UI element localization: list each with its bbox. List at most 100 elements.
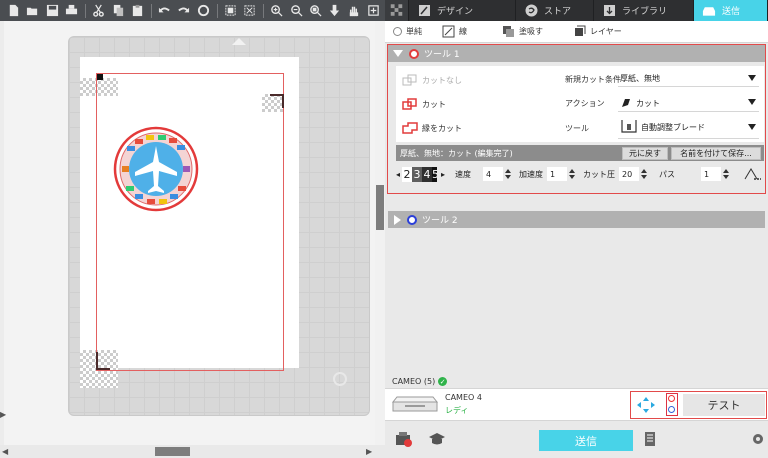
connected-check-icon: ✓	[438, 377, 448, 386]
mode-simple[interactable]: 単純	[385, 26, 422, 37]
tool2-ring-icon	[407, 214, 417, 225]
tab-store[interactable]: ストア	[516, 0, 594, 21]
dropdown-arrow-icon[interactable]	[748, 75, 756, 81]
horizontal-scroll-thumb[interactable]	[155, 447, 190, 456]
cutting-machine-icon	[391, 396, 439, 412]
design-icon	[417, 4, 431, 17]
device-header: CAMEO (5) ✓	[392, 377, 448, 386]
cut-icon[interactable]	[91, 3, 106, 19]
acceleration-value[interactable]: 1	[547, 167, 568, 181]
tab-send-label: 送信	[722, 7, 741, 17]
zoom-box-icon[interactable]	[308, 3, 323, 19]
vertical-scrollbar[interactable]	[375, 21, 385, 445]
redo-icon[interactable]	[176, 3, 191, 19]
cut-mode-bar: 単純 線 塗吸す レイヤー	[385, 21, 768, 43]
panel-collapse-icon[interactable]: ▶	[0, 410, 6, 419]
depth-left-arrow-icon[interactable]: ◂	[396, 170, 400, 179]
queue-list-icon[interactable]	[641, 431, 659, 447]
add-page-icon[interactable]	[366, 3, 381, 19]
action-cut-edge[interactable]: 縁をカット	[402, 122, 462, 134]
open-folder-icon[interactable]	[25, 3, 40, 19]
tab-design[interactable]: デザイン	[409, 0, 516, 21]
horizontal-scrollbar[interactable]	[0, 445, 385, 458]
zoom-in-icon[interactable]	[269, 3, 284, 19]
toolbar-divider	[263, 3, 265, 18]
depth-right-arrow-icon[interactable]: ▸	[441, 170, 445, 179]
print-icon[interactable]	[64, 3, 79, 19]
tool1-title: ツール 1	[424, 50, 460, 60]
copy-icon[interactable]	[110, 3, 125, 19]
action-no-cut-label: カットなし	[422, 75, 462, 85]
zoom-out-icon[interactable]	[288, 3, 303, 19]
test-button[interactable]: テスト	[683, 394, 765, 416]
tool-select[interactable]: 自動調整ブレード	[620, 118, 705, 136]
main-toolbar	[0, 0, 385, 21]
vertical-scroll-thumb[interactable]	[376, 185, 384, 230]
move-arrows-icon[interactable]	[636, 396, 656, 414]
condition-status-bar: 厚紙、無地：カット (編集完了) 元に戻す 名前を付けて保存...	[396, 145, 764, 161]
save-icon[interactable]	[45, 3, 60, 19]
tool2-title: ツール 2	[422, 216, 458, 226]
pressure-stepper[interactable]	[641, 168, 648, 180]
select-icon[interactable]	[223, 3, 238, 19]
revert-button[interactable]: 元に戻す	[622, 146, 668, 160]
scroll-right-icon[interactable]: ▶	[366, 447, 372, 456]
deselect-icon[interactable]	[242, 3, 257, 19]
mode-line[interactable]: 線	[442, 25, 467, 38]
move-down-icon[interactable]	[327, 3, 342, 19]
mode-line-label: 線	[459, 27, 467, 36]
scroll-left-icon[interactable]: ◀	[2, 447, 8, 456]
action-select[interactable]: カット	[620, 97, 660, 109]
send-history-icon[interactable]	[395, 431, 413, 447]
tool1-mini-icon[interactable]	[668, 395, 675, 402]
pressure-value[interactable]: 20	[619, 167, 640, 181]
tool1-header[interactable]: ツール 1	[388, 45, 765, 62]
mode-layer[interactable]: レイヤー	[573, 25, 622, 38]
device-status: レディ	[445, 406, 469, 415]
fill-icon	[503, 26, 514, 37]
refresh-icon[interactable]	[195, 3, 210, 19]
toolbar-divider	[216, 3, 218, 18]
airplane-emblem-image[interactable]	[113, 126, 199, 212]
toolbar-divider	[150, 3, 152, 18]
passes-value[interactable]: 1	[701, 167, 722, 181]
mode-fill[interactable]: 塗吸す	[502, 25, 543, 38]
send-machine-icon	[702, 4, 716, 17]
pan-hand-icon[interactable]	[346, 3, 361, 19]
depth-digit[interactable]: 2	[402, 166, 413, 182]
depth-digit[interactable]: 3	[412, 166, 423, 182]
cut-area-boundary	[96, 73, 284, 371]
action-no-cut[interactable]: カットなし	[402, 74, 462, 86]
depth-digit[interactable]: 4	[422, 166, 433, 182]
acceleration-stepper[interactable]	[569, 168, 576, 180]
collapse-arrow-icon[interactable]	[393, 50, 403, 57]
cut-condition-select[interactable]: 厚紙、無地	[620, 73, 660, 84]
overcut-options-icon[interactable]	[743, 167, 762, 181]
tab-library[interactable]: ライブラリ	[594, 0, 694, 21]
tab-send[interactable]: 送信	[694, 0, 768, 21]
paste-icon[interactable]	[130, 3, 145, 19]
tutorial-cap-icon[interactable]	[428, 431, 446, 447]
speed-stepper[interactable]	[505, 168, 512, 180]
passes-stepper[interactable]	[723, 168, 730, 180]
new-file-icon[interactable]	[6, 3, 21, 19]
action-cut[interactable]: カット	[402, 98, 446, 110]
speed-value[interactable]: 4	[483, 167, 504, 181]
expand-arrow-icon[interactable]	[394, 214, 401, 225]
library-icon	[602, 4, 616, 17]
cut-blade-icon	[622, 99, 630, 107]
mode-fill-label: 塗吸す	[519, 27, 543, 36]
send-button[interactable]: 送信	[539, 430, 633, 451]
undo-icon[interactable]	[157, 3, 172, 19]
cut-shape-icon	[402, 98, 417, 110]
tab-store-label: ストア	[544, 7, 572, 17]
tool2-mini-icon[interactable]	[668, 406, 675, 413]
dropdown-arrow-icon[interactable]	[748, 124, 756, 130]
tool2-header[interactable]: ツール 2	[388, 211, 765, 228]
cut-edge-icon	[402, 122, 418, 134]
blade-depth-selector[interactable]: 2 3 4 5	[402, 166, 438, 182]
settings-gear-icon[interactable]	[749, 431, 767, 447]
depth-digit[interactable]: 5	[432, 166, 438, 182]
dropdown-arrow-icon[interactable]	[748, 99, 756, 105]
save-as-button[interactable]: 名前を付けて保存...	[671, 146, 761, 160]
